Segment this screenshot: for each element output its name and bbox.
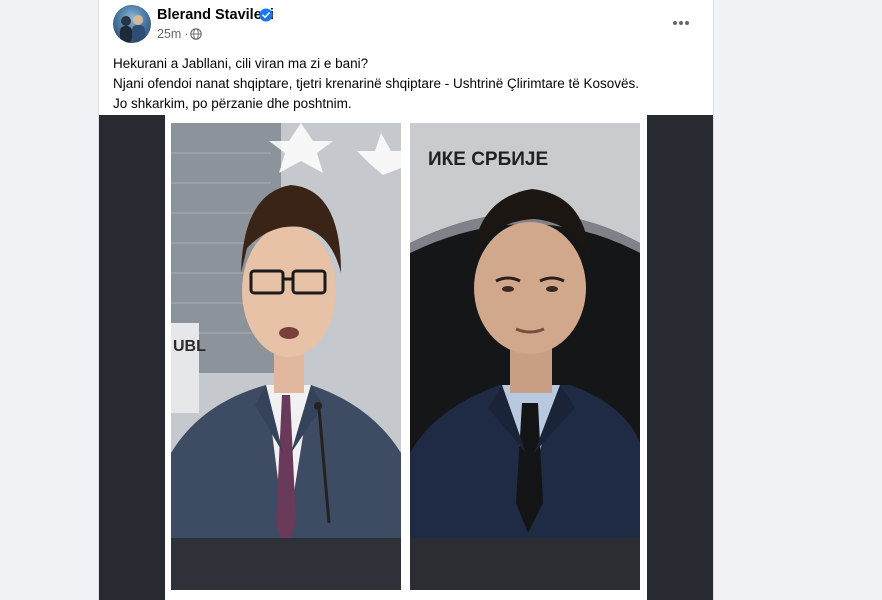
left-background-sign-text: UBL — [173, 338, 206, 355]
more-options-button[interactable] — [663, 8, 699, 38]
post-text-line-2: Njani ofendoi nanat shqiptare, tjetri kr… — [113, 76, 640, 91]
post-text-line-3: Jo shkarkim, po përzanie dhe poshtnim. — [113, 96, 352, 111]
post-card: Blerand Stavileci 25m · Hekurani a Jablla… — [98, 0, 714, 600]
post-timestamp[interactable]: 25m · — [157, 27, 192, 41]
photo-right-portrait[interactable]: ИКЕ СРБИЈЕ — [410, 123, 640, 590]
author-avatar[interactable] — [113, 5, 151, 43]
verified-badge-icon — [259, 8, 273, 22]
post-text: Hekurani a Jabllani, cili viran ma zi e … — [113, 54, 693, 114]
image-collage: UBL ИКЕ СРБИЈЕ — [165, 115, 647, 600]
post-header: Blerand Stavileci 25m · — [99, 0, 713, 50]
post-image[interactable]: UBL ИКЕ СРБИЈЕ — [99, 115, 713, 600]
author-name[interactable]: Blerand Stavileci — [157, 7, 274, 23]
photo-left-portrait[interactable]: UBL — [171, 123, 401, 590]
timestamp-separator: · — [184, 27, 189, 41]
globe-icon[interactable] — [190, 28, 202, 40]
post-text-line-1: Hekurani a Jabllani, cili viran ma zi e … — [113, 56, 369, 71]
more-options-icon — [673, 21, 689, 25]
timestamp-text[interactable]: 25m — [157, 27, 181, 41]
right-background-sign-text: ИКЕ СРБИЈЕ — [428, 149, 548, 170]
